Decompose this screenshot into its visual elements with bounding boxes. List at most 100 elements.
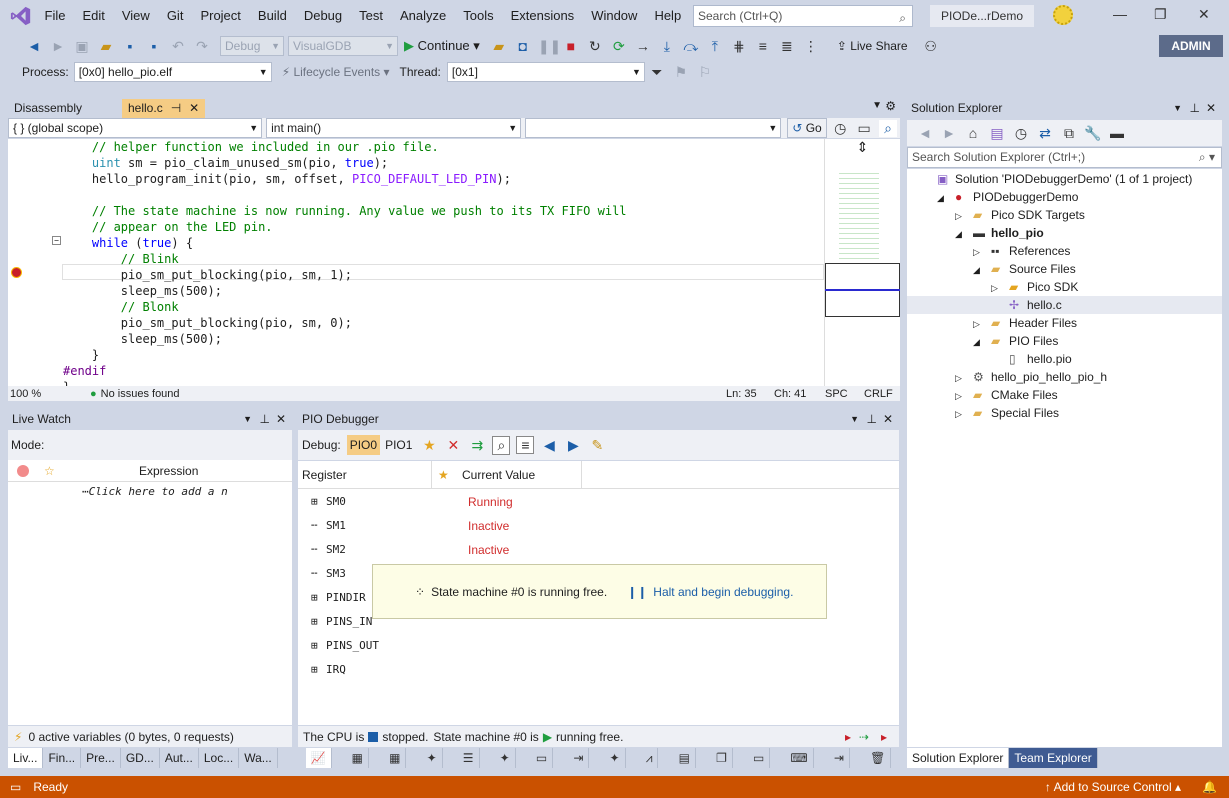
code-line[interactable]: #endif — [63, 363, 106, 379]
pio-register-row[interactable]: ⊞ SM0 Running — [302, 490, 898, 514]
process-combo[interactable]: [0x0] hello_pio.elf ▼ — [73, 62, 272, 82]
function-combo[interactable]: int main() ▼ — [266, 118, 522, 138]
tree-item-piodebuggerdemo[interactable]: ◢ ● PIODebuggerDemo — [937, 188, 1078, 206]
db-icon[interactable]: ▤ — [674, 748, 696, 768]
code-line[interactable]: hello_program_init(pio, sm, offset, PICO… — [63, 171, 511, 187]
sync-icon[interactable]: ⇄ — [1036, 125, 1054, 142]
expander-icon[interactable]: ◢ — [955, 225, 973, 243]
se-forward-icon[interactable]: ► — [940, 125, 958, 141]
chip-icon[interactable]: ▦ — [347, 748, 369, 768]
code-line[interactable]: while (true) { — [63, 235, 193, 251]
run-icon[interactable]: ▸ — [845, 730, 851, 744]
menu-item-analyze[interactable]: Analyze — [391, 0, 454, 32]
output-icon[interactable]: ⇥ — [829, 748, 850, 768]
unflag-icon[interactable]: ⚐ — [696, 64, 714, 81]
home-icon[interactable]: ⌂ — [964, 125, 982, 141]
menu-item-extensions[interactable]: Extensions — [502, 0, 583, 32]
expression-column-header[interactable]: Expression — [139, 464, 198, 478]
tree-item-pio-files[interactable]: ◢ ▰ PIO Files — [973, 332, 1058, 350]
code-line[interactable]: } — [63, 347, 99, 363]
breakpoints-icon[interactable]: ⋕ — [730, 38, 748, 55]
code-line[interactable]: // helper function we included in our .p… — [63, 139, 439, 155]
pin-icon[interactable]: ⊣ — [171, 99, 181, 118]
expander-icon[interactable]: ▷ — [955, 405, 973, 423]
prev-icon[interactable]: ◀ — [540, 437, 558, 454]
code-line[interactable]: uint sm = pio_claim_unused_sm(pio, true)… — [63, 155, 388, 171]
delete-icon[interactable]: ✕ — [444, 437, 462, 454]
panel-close-icon[interactable]: ✕ — [1206, 98, 1216, 118]
new-project-icon[interactable]: ▣ — [73, 38, 91, 55]
whitespace-mode[interactable]: SPC — [825, 388, 848, 400]
pio-close-icon[interactable]: ✕ — [883, 409, 893, 429]
open-file-icon[interactable]: ▰ — [97, 38, 115, 55]
stop-icon[interactable]: ■ — [562, 38, 580, 54]
split-icon[interactable]: ⇕ — [825, 139, 900, 156]
panel-pin-icon[interactable]: ⊥ — [1190, 98, 1200, 118]
tab-bottom-3[interactable]: GD... — [121, 748, 160, 768]
flag-icon[interactable]: ⚑ — [672, 64, 690, 81]
collapse-block-icon[interactable]: − — [52, 236, 61, 245]
puzzle2-icon[interactable]: ✦ — [495, 748, 516, 768]
add-watch-row[interactable]: ⋯Click here to add a n — [8, 482, 292, 502]
close-button[interactable]: ✕ — [1198, 6, 1210, 23]
expander-icon[interactable]: ◢ — [973, 333, 991, 351]
code-line[interactable]: // Blonk — [63, 299, 179, 315]
tree-item-header-files[interactable]: ▷ ▰ Header Files — [973, 314, 1077, 332]
tag-icon[interactable]: ▭ — [855, 120, 873, 137]
menu-item-build[interactable]: Build — [249, 0, 295, 32]
undo-icon[interactable]: ↶ — [169, 38, 187, 55]
tab-bottom-4[interactable]: Aut... — [160, 748, 199, 768]
se-back-icon[interactable]: ◄ — [916, 125, 934, 141]
maximize-button[interactable]: ❐ — [1154, 6, 1167, 23]
terminal-icon[interactable]: ⌨ — [785, 748, 814, 768]
attach-icon[interactable]: ▰ — [490, 38, 508, 55]
code-line[interactable]: pio_sm_put_blocking(pio, sm, 1); — [63, 267, 352, 283]
code-line[interactable]: pio_sm_put_blocking(pio, sm, 0); — [63, 315, 352, 331]
lifecycle-events-button[interactable]: ⚡ Lifecycle Events ▾ — [282, 65, 390, 79]
tab-disassembly[interactable]: Disassembly — [8, 98, 122, 118]
menu-item-help[interactable]: Help — [646, 0, 690, 32]
restart-icon[interactable]: ↻ — [586, 38, 604, 55]
expand-icon[interactable]: ⊞ — [311, 634, 318, 658]
step-into-icon[interactable]: ⤓ — [658, 38, 676, 55]
redo-icon[interactable]: ↷ — [193, 38, 211, 55]
tree-item-solution-piodebuggerdemo-1-of-1-project[interactable]: ▣ Solution 'PIODebuggerDemo' (1 of 1 proj… — [919, 170, 1192, 188]
expander-icon[interactable]: ▷ — [955, 207, 973, 225]
expander-icon[interactable]: ▷ — [973, 315, 991, 333]
filter-icon[interactable]: ⏷ — [648, 64, 666, 81]
breakpoint-current-icon[interactable] — [11, 267, 22, 278]
member-combo[interactable]: ▼ — [525, 118, 782, 138]
expand-icon[interactable]: ⊞ — [311, 658, 318, 682]
platform-combo[interactable]: VisualGDB ▼ — [288, 36, 398, 56]
account-icon[interactable]: ⚇ — [922, 38, 940, 55]
bookmark-icon[interactable]: ⋮ — [802, 38, 820, 55]
menu-item-window[interactable]: Window — [583, 0, 646, 32]
feedback-icon[interactable] — [1053, 5, 1073, 25]
export-icon[interactable]: ⇥ — [568, 748, 590, 768]
list-icon[interactable]: ☰ — [458, 748, 480, 768]
expand-icon[interactable]: ⊞ — [311, 490, 318, 514]
format-icon[interactable]: ≡ — [516, 436, 535, 454]
window-icon[interactable]: ▭ — [531, 748, 554, 768]
trash-icon[interactable]: 🗑 — [865, 748, 892, 768]
step-out-icon[interactable]: ⤒ — [706, 38, 724, 55]
code-minimap[interactable]: ⇕ — [824, 139, 900, 386]
edit-pencil-icon[interactable]: ✎ — [588, 437, 606, 454]
hot-reload-icon[interactable]: ◘ — [514, 38, 532, 54]
expand-icon[interactable]: ⊞ — [311, 586, 318, 610]
add-to-source-control-button[interactable]: ↑ Add to Source Control ▴ — [1045, 776, 1181, 798]
code-line[interactable]: sleep_ms(500); — [63, 283, 222, 299]
tree-item-cmake-files[interactable]: ▷ ▰ CMake Files — [955, 386, 1058, 404]
properties-icon[interactable]: 🔧 — [1084, 125, 1102, 142]
puzzle-icon[interactable]: ✦ — [422, 748, 443, 768]
scope-combo[interactable]: { } (global scope) ▼ — [8, 118, 263, 138]
tree-item-hello-pio-hello-pio-h[interactable]: ▷ ⚙ hello_pio_hello_pio_h — [955, 368, 1107, 386]
tab-bottom-2[interactable]: Pre... — [81, 748, 121, 768]
puzzle3-icon[interactable]: ✦ — [605, 748, 626, 768]
indent-icon[interactable]: ≣ — [778, 38, 796, 55]
code-line[interactable]: // appear on the LED pin. — [63, 219, 273, 235]
tab-bottom-5[interactable]: Loc... — [199, 748, 240, 768]
pio-register-row[interactable]: ⊞ PINS_OUT — [302, 634, 898, 658]
menu-item-file[interactable]: File — [36, 0, 74, 32]
tree-item-pico-sdk[interactable]: ▷ ▰ Pico SDK — [991, 278, 1078, 296]
